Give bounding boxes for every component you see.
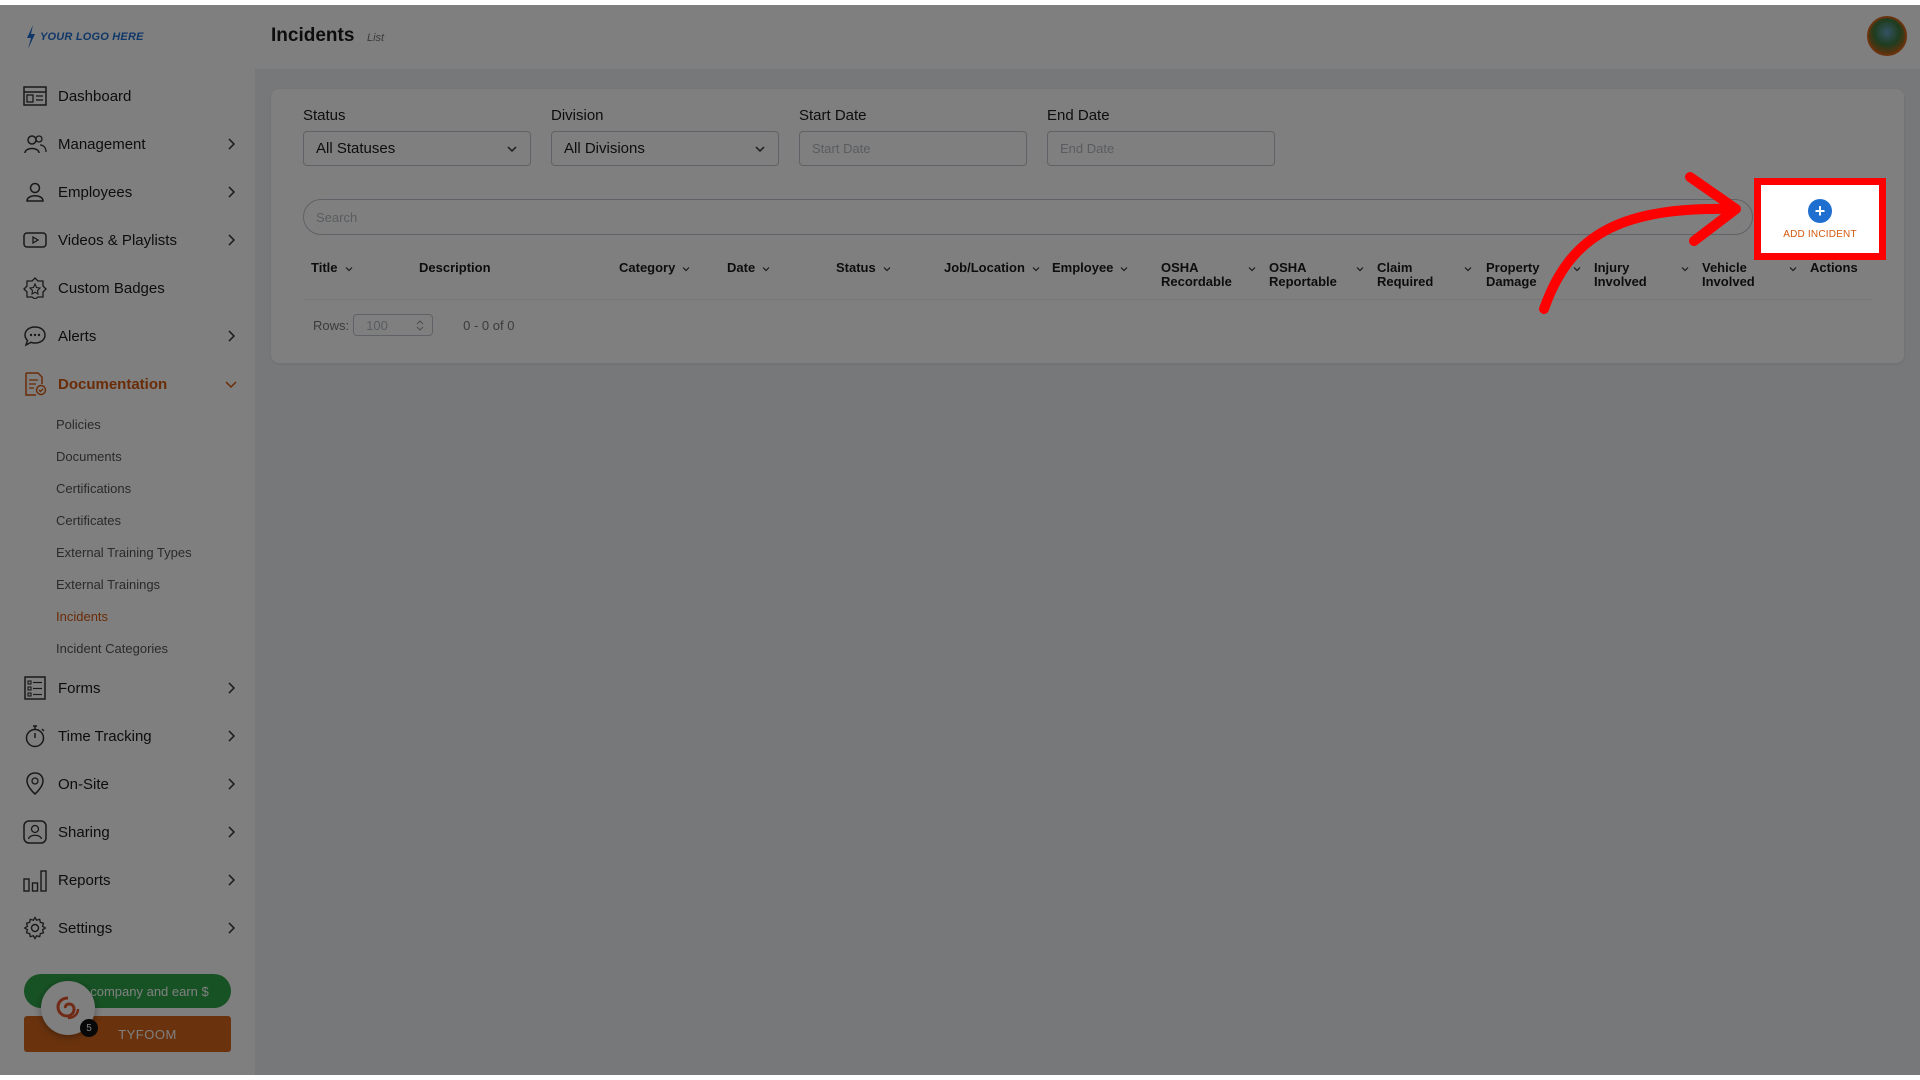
tutorial-highlight-box — [1754, 178, 1886, 260]
app-frame: YOUR LOGO HERE Dashboard Management Empl… — [0, 5, 1920, 1075]
tutorial-arrow-icon — [1539, 172, 1741, 314]
